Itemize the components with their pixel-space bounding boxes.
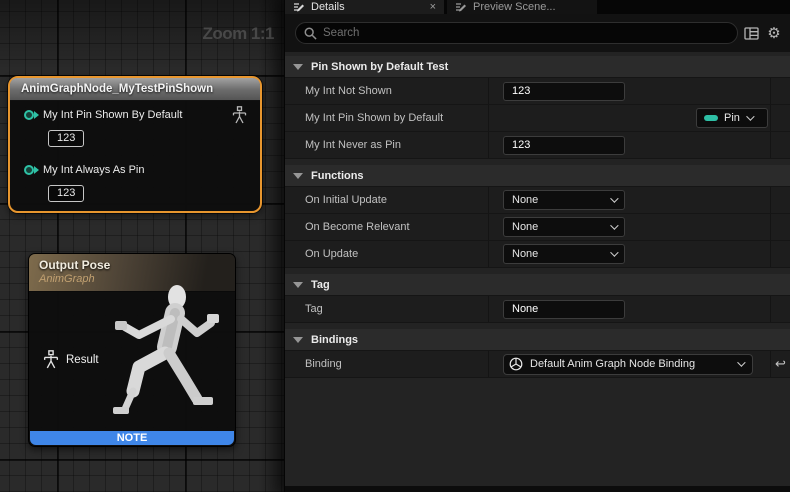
- row-binding: Binding Default Anim Graph Node Binding …: [285, 351, 790, 378]
- row-on-update: On Update None: [285, 241, 790, 268]
- search-icon: [304, 27, 317, 40]
- tab-label: Preview Scene...: [473, 1, 556, 13]
- zoom-level-label: Zoom 1:1: [202, 24, 274, 44]
- chevron-down-icon: [610, 221, 618, 229]
- graph-canvas[interactable]: Zoom 1:1 AnimGraphNode_MyTestPinShown My…: [0, 0, 284, 492]
- tab-label: Details: [311, 1, 345, 13]
- animgraph-editor: Zoom 1:1 AnimGraphNode_MyTestPinShown My…: [0, 0, 790, 492]
- reset-to-default-icon[interactable]: ↩: [775, 356, 786, 372]
- property-label: My Int Pin Shown by Default: [285, 105, 489, 131]
- search-input[interactable]: [323, 27, 727, 39]
- property-label: On Initial Update: [285, 187, 489, 213]
- chevron-down-icon: [737, 358, 745, 366]
- node-pin-row: My Int Always As Pin: [10, 164, 144, 176]
- chevron-down-icon[interactable]: [293, 64, 303, 70]
- property-label: Binding: [285, 351, 489, 377]
- category-bindings[interactable]: Bindings: [285, 329, 790, 351]
- chevron-down-icon: [746, 112, 754, 120]
- chevron-down-icon[interactable]: [293, 337, 303, 343]
- pose-figure-icon[interactable]: [232, 106, 247, 129]
- node-title: AnimGraphNode_MyTestPinShown: [21, 83, 213, 95]
- property-label: My Int Not Shown: [285, 78, 489, 104]
- row-extra-cell: [770, 132, 790, 158]
- function-dropdown[interactable]: None: [503, 190, 625, 210]
- int-pin-icon[interactable]: [24, 165, 34, 175]
- row-tag: Tag None: [285, 296, 790, 323]
- row-extra-cell: [770, 241, 790, 267]
- row-extra-cell: [770, 187, 790, 213]
- details-body: Pin Shown by Default Test My Int Not Sho…: [285, 52, 790, 486]
- category-functions[interactable]: Functions: [285, 165, 790, 187]
- output-pose-node[interactable]: Output Pose AnimGraph: [28, 253, 236, 447]
- chevron-down-icon: [610, 194, 618, 202]
- pin-mode-dropdown[interactable]: Pin: [696, 108, 768, 128]
- property-label: On Update: [285, 241, 489, 267]
- tab-details[interactable]: Details ×: [285, 0, 444, 14]
- row-my-int-pin-shown-by-default: My Int Pin Shown by Default Pin: [285, 105, 790, 132]
- row-my-int-not-shown: My Int Not Shown 123: [285, 78, 790, 105]
- node-pin-row: My Int Pin Shown By Default: [10, 109, 182, 121]
- settings-gear-icon[interactable]: ⚙: [764, 26, 784, 41]
- close-icon[interactable]: ×: [430, 1, 436, 13]
- chevron-down-icon[interactable]: [293, 173, 303, 179]
- pin-label: My Int Pin Shown By Default: [43, 109, 182, 121]
- row-on-initial-update: On Initial Update None: [285, 187, 790, 214]
- tab-preview-scene[interactable]: Preview Scene...: [447, 0, 597, 14]
- row-extra-cell: [770, 78, 790, 104]
- row-extra-cell: [770, 105, 790, 131]
- result-pin-row[interactable]: Result: [43, 350, 99, 369]
- anim-graph-node[interactable]: AnimGraphNode_MyTestPinShown My Int Pin …: [8, 76, 262, 213]
- mannequin-image: [81, 283, 233, 430]
- row-extra-cell: ↩: [770, 351, 790, 377]
- tag-input[interactable]: None: [503, 300, 625, 319]
- row-on-become-relevant: On Become Relevant None: [285, 214, 790, 241]
- int-value-input[interactable]: 123: [503, 82, 625, 101]
- result-pin-label: Result: [66, 354, 99, 366]
- node-header[interactable]: AnimGraphNode_MyTestPinShown: [10, 78, 260, 101]
- panel-bottom-border: [285, 486, 790, 492]
- chevron-down-icon[interactable]: [293, 282, 303, 288]
- chevron-down-icon: [610, 248, 618, 256]
- pose-pin-icon[interactable]: [43, 350, 59, 369]
- row-my-int-never-as-pin: My Int Never as Pin 123: [285, 132, 790, 159]
- row-extra-cell: [770, 214, 790, 240]
- details-icon: [293, 1, 305, 13]
- search-toolbar: ⚙: [285, 14, 790, 52]
- search-box[interactable]: [295, 22, 738, 44]
- pin-default-value[interactable]: 123: [48, 130, 84, 147]
- binding-dropdown[interactable]: Default Anim Graph Node Binding: [503, 354, 753, 375]
- function-dropdown[interactable]: None: [503, 244, 625, 264]
- row-extra-cell: [770, 296, 790, 322]
- details-icon: [455, 1, 467, 13]
- pin-capsule-icon: [704, 115, 718, 121]
- property-label: My Int Never as Pin: [285, 132, 489, 158]
- panel-tab-bar: Details × Preview Scene...: [285, 0, 790, 14]
- property-label: On Become Relevant: [285, 214, 489, 240]
- note-badge[interactable]: NOTE: [30, 431, 234, 445]
- int-value-input[interactable]: 123: [503, 136, 625, 155]
- pin-default-value[interactable]: 123: [48, 185, 84, 202]
- property-label: Tag: [285, 296, 489, 322]
- category-pin-shown-by-default-test[interactable]: Pin Shown by Default Test: [285, 56, 790, 78]
- display-options-icon[interactable]: [741, 27, 761, 40]
- int-pin-icon[interactable]: [24, 110, 34, 120]
- node-title: Output Pose: [39, 258, 235, 272]
- details-panel: Details × Preview Scene...: [284, 0, 790, 492]
- binding-class-icon: [509, 357, 523, 371]
- function-dropdown[interactable]: None: [503, 217, 625, 237]
- category-tag[interactable]: Tag: [285, 274, 790, 296]
- pin-label: My Int Always As Pin: [43, 164, 144, 176]
